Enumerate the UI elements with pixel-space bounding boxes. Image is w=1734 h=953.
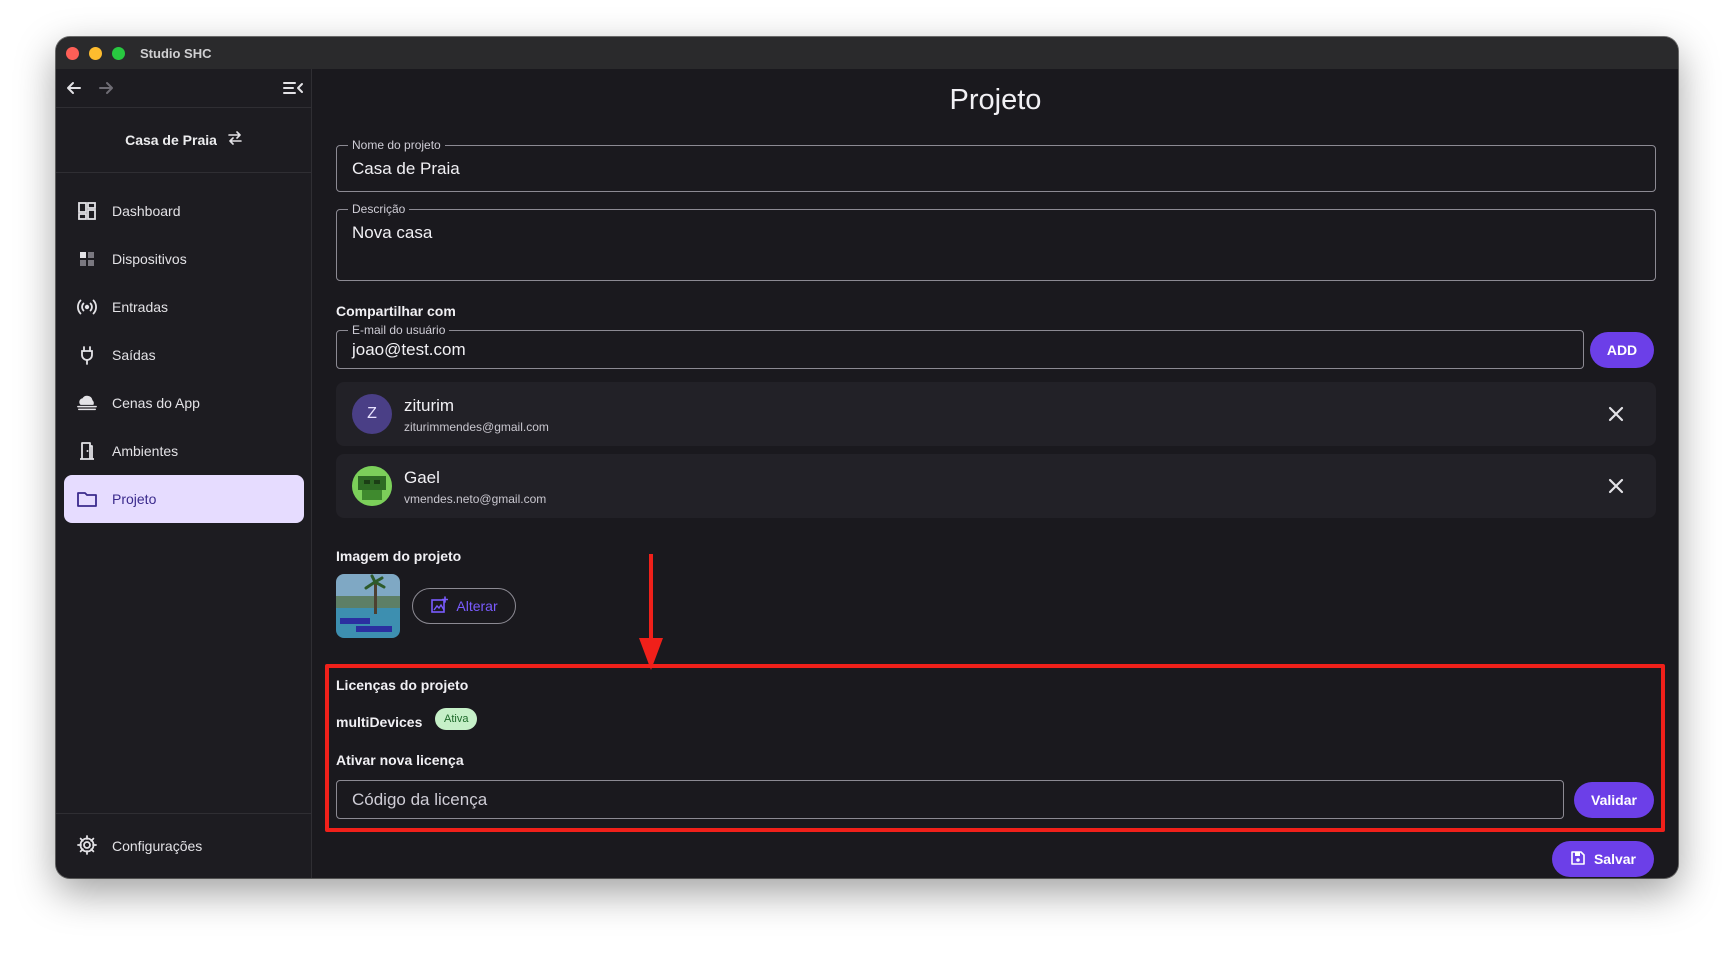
image-heading: Imagem do projeto xyxy=(336,548,462,564)
collapse-menu-icon[interactable] xyxy=(282,78,304,98)
annotation-arrow xyxy=(636,554,666,670)
minimize-window-button[interactable] xyxy=(89,47,102,60)
back-arrow-icon[interactable] xyxy=(64,78,84,98)
sidebar-item-configuracoes[interactable]: Configurações xyxy=(56,813,312,878)
sidebar-item-label: Saídas xyxy=(112,347,156,363)
forward-arrow-icon[interactable] xyxy=(96,78,116,98)
app-window: Studio SHC Casa de Praia Dashboard Dispo… xyxy=(56,37,1678,878)
swap-icon xyxy=(227,130,243,150)
shared-user-card: Gael vmendes.neto@gmail.com xyxy=(336,454,1656,518)
sidebar-item-label: Entradas xyxy=(112,299,169,315)
remove-user-button[interactable] xyxy=(1604,402,1628,426)
avatar: Z xyxy=(352,394,392,434)
new-license-heading: Ativar nova licença xyxy=(336,752,464,768)
shared-user-card: Z ziturim ziturimmendes@gmail.com xyxy=(336,382,1656,446)
sidebar-item-label: Configurações xyxy=(112,838,203,854)
sidebar-item-label: Projeto xyxy=(112,491,157,507)
sidebar-nav: Dashboard Dispositivos Entradas Saídas C… xyxy=(64,187,304,523)
description-value: Nova casa xyxy=(352,223,433,242)
change-image-label: Alterar xyxy=(456,598,498,614)
sidebar-item-dispositivos[interactable]: Dispositivos xyxy=(64,235,304,283)
add-user-button[interactable]: ADD xyxy=(1590,332,1654,368)
share-heading: Compartilhar com xyxy=(336,303,456,319)
page-title: Projeto xyxy=(949,84,1042,116)
sidebar-item-projeto[interactable]: Projeto xyxy=(64,475,304,523)
plug-icon xyxy=(76,344,98,366)
add-photo-icon xyxy=(430,595,449,617)
share-email-value: joao@test.com xyxy=(352,340,466,359)
folder-icon xyxy=(76,488,98,510)
close-icon xyxy=(1608,406,1624,422)
sidebar-item-ambientes[interactable]: Ambientes xyxy=(64,427,304,475)
sidebar-item-entradas[interactable]: Entradas xyxy=(64,283,304,331)
share-email-label: E-mail do usuário xyxy=(348,323,450,337)
licenses-heading: Licenças do projeto xyxy=(336,677,469,693)
remove-user-button[interactable] xyxy=(1604,474,1628,498)
dashboard-icon xyxy=(76,200,98,222)
sidebar-item-label: Cenas do App xyxy=(112,395,200,411)
license-code-field[interactable] xyxy=(336,780,1564,819)
cloud-icon xyxy=(76,392,98,414)
description-field[interactable]: Descrição Nova casa xyxy=(336,202,1656,281)
share-email-field[interactable]: E-mail do usuário joao@test.com xyxy=(336,323,1584,369)
avatar xyxy=(352,466,392,506)
window-title: Studio SHC xyxy=(140,46,212,61)
project-name-value: Casa de Praia xyxy=(352,159,460,178)
shared-user-email: vmendes.neto@gmail.com xyxy=(404,492,547,506)
sidebar: Casa de Praia Dashboard Dispositivos Ent… xyxy=(56,69,312,878)
save-label: Salvar xyxy=(1593,851,1637,867)
sidebar-item-saidas[interactable]: Saídas xyxy=(64,331,304,379)
devices-icon xyxy=(76,248,98,270)
shared-user-name: Gael xyxy=(404,468,440,487)
save-icon xyxy=(1570,850,1586,869)
status-badge: Ativa xyxy=(435,708,478,730)
project-name-label: Nome do projeto xyxy=(348,138,445,152)
close-icon xyxy=(1608,478,1624,494)
project-image-thumbnail xyxy=(336,574,400,638)
sidebar-item-cenas-do-app[interactable]: Cenas do App xyxy=(64,379,304,427)
close-window-button[interactable] xyxy=(66,47,79,60)
license-name: multiDevices xyxy=(336,714,423,730)
project-name-field[interactable]: Nome do projeto Casa de Praia xyxy=(336,138,1656,192)
sidebar-item-dashboard[interactable]: Dashboard xyxy=(64,187,304,235)
sidebar-item-label: Dispositivos xyxy=(112,251,187,267)
description-label: Descrição xyxy=(348,202,410,216)
current-project-name: Casa de Praia xyxy=(125,132,217,148)
sidebar-item-label: Dashboard xyxy=(112,203,181,219)
shared-user-email: ziturimmendes@gmail.com xyxy=(404,420,549,434)
gear-icon xyxy=(76,834,98,859)
validate-license-button[interactable]: Validar xyxy=(1574,782,1654,818)
license-code-input[interactable] xyxy=(337,781,1563,818)
sensors-icon xyxy=(76,296,98,318)
change-image-button[interactable]: Alterar xyxy=(412,588,516,624)
save-button[interactable]: Salvar xyxy=(1552,841,1654,877)
title-bar: Studio SHC xyxy=(56,37,1678,69)
maximize-window-button[interactable] xyxy=(112,47,125,60)
project-switcher[interactable]: Casa de Praia xyxy=(56,107,312,173)
door-icon xyxy=(76,440,98,462)
shared-user-name: ziturim xyxy=(404,396,455,415)
sidebar-item-label: Ambientes xyxy=(112,443,179,459)
